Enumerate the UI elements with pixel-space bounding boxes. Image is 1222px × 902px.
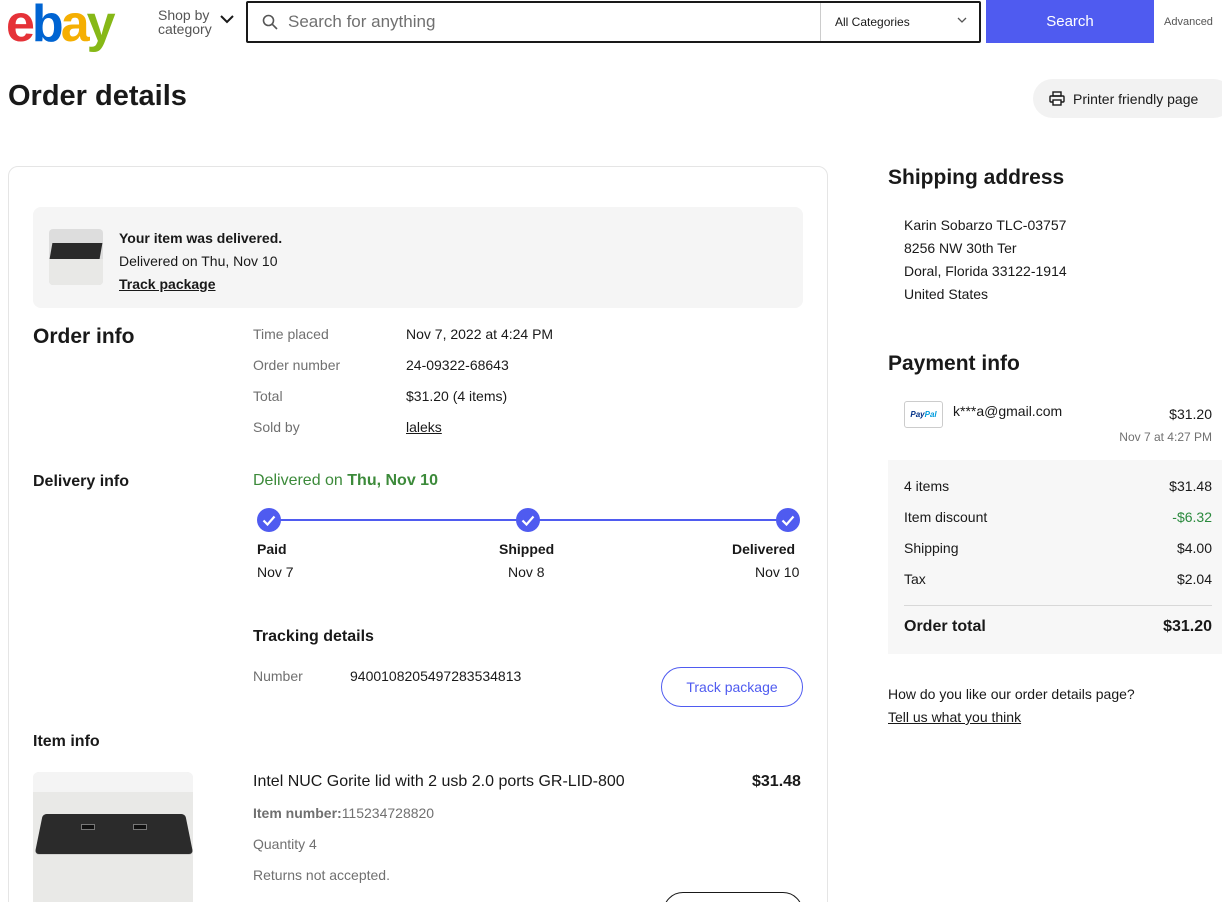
payment-date: Nov 7 at 4:27 PM (1119, 430, 1212, 444)
order-total-label: Order total (904, 618, 986, 635)
order-card: Your item was delivered. Delivered on Th… (8, 166, 828, 902)
shipping-address: Karin Sobarzo TLC-03757 8256 NW 30th Ter… (904, 214, 1067, 306)
delivery-banner: Your item was delivered. Delivered on Th… (33, 207, 803, 308)
summary-value: $2.04 (1176, 571, 1212, 587)
tracking-number-label: Number (253, 668, 303, 684)
time-placed-label: Time placed (253, 326, 329, 342)
item-action-button[interactable] (663, 892, 803, 902)
delivery-status-prefix: Delivered on (253, 472, 348, 489)
summary-divider (904, 605, 1212, 606)
summary-value: $4.00 (1176, 540, 1212, 556)
paypal-logo: Pay Pal (904, 401, 943, 428)
printer-icon (1049, 91, 1065, 106)
order-number-label: Order number (253, 357, 341, 373)
summary-label: 4 items (904, 478, 950, 494)
search-icon (262, 14, 278, 30)
paypal-logo-pay: Pay (910, 410, 925, 419)
step-paid-label: Paid (257, 541, 287, 557)
summary-value: $31.48 (1169, 478, 1212, 494)
address-line: 8256 NW 30th Ter (904, 240, 1017, 256)
logo-letter-y: y (86, 0, 116, 53)
ebay-logo[interactable]: ebay (6, 0, 116, 53)
seller-link[interactable]: laleks (406, 419, 442, 435)
delivery-info-title: Delivery info (33, 473, 130, 490)
address-line: Doral, Florida 33122-1914 (904, 263, 1067, 279)
time-placed-value: Nov 7, 2022 at 4:24 PM (406, 326, 554, 342)
item-number-value: 115234728820 (341, 805, 435, 821)
search-input[interactable] (288, 9, 848, 35)
payment-info-title: Payment info (888, 352, 1020, 375)
shop-by-category-line1: Shop by (158, 7, 210, 23)
check-icon (776, 508, 800, 532)
delivery-status: Delivered on Thu, Nov 10 (253, 472, 438, 490)
printer-friendly-button[interactable]: Printer friendly page (1033, 79, 1222, 118)
item-quantity: Quantity 4 (253, 836, 317, 852)
logo-letter-b: b (31, 0, 64, 53)
step-paid-date: Nov 7 (257, 564, 294, 580)
summary-label: Shipping (904, 540, 959, 556)
item-title-link[interactable]: Intel NUC Gorite lid with 2 usb 2.0 port… (253, 773, 625, 791)
item-returns: Returns not accepted. (253, 867, 390, 883)
paypal-logo-pal: Pal (924, 410, 937, 419)
chevron-down-icon (957, 17, 967, 23)
step-shipped-label: Shipped (499, 541, 555, 557)
check-icon (516, 508, 540, 532)
item-image[interactable] (33, 772, 193, 902)
payment-amount: $31.20 (1169, 406, 1212, 422)
order-summary: 4 items $31.48 Item discount -$6.32 Shippi… (888, 460, 1222, 654)
tracking-number-value: 9400108205497283534813 (350, 668, 522, 684)
advanced-search-link[interactable]: Advanced (1164, 16, 1213, 28)
tracking-details-title: Tracking details (253, 628, 374, 645)
payment-email: k***a@gmail.com (953, 403, 1063, 419)
logo-letter-a: a (60, 0, 90, 53)
printer-friendly-label: Printer friendly page (1073, 90, 1199, 107)
step-delivered-date: Nov 10 (755, 564, 800, 580)
address-line: Karin Sobarzo TLC-03757 (904, 217, 1067, 233)
summary-row: Shipping $4.00 (904, 540, 1212, 556)
summary-value: -$6.32 (1172, 509, 1212, 525)
shipping-address-title: Shipping address (888, 166, 1065, 189)
order-info-title: Order info (33, 325, 135, 348)
order-total-value: $31.20 (1163, 618, 1212, 635)
shop-by-category-line2: category (158, 21, 212, 37)
item-price: $31.48 (752, 773, 801, 790)
item-info-title: Item info (33, 733, 100, 750)
summary-row: Item discount -$6.32 (904, 509, 1212, 525)
step-shipped-date: Nov 8 (508, 564, 545, 580)
address-line: United States (904, 286, 989, 302)
page-title: Order details (8, 80, 187, 112)
feedback-question: How do you like our order details page? (888, 686, 1135, 702)
shop-by-category-button[interactable]: Shop by category (158, 7, 234, 37)
item-number-label: Item number: (253, 805, 342, 821)
track-package-button[interactable]: Track package (661, 667, 803, 707)
check-icon (257, 508, 281, 532)
category-select-value: All Categories (835, 15, 910, 29)
track-package-link[interactable]: Track package (119, 273, 282, 296)
total-label: Total (253, 388, 283, 404)
item-number: Item number:115234728820 (253, 805, 434, 821)
order-total: Order total $31.20 (904, 618, 1212, 636)
logo-letter-e: e (6, 0, 35, 53)
item-thumbnail[interactable] (49, 229, 103, 285)
delivery-headline: Your item was delivered. (119, 230, 283, 246)
sold-by-label: Sold by (253, 419, 300, 435)
step-delivered-label: Delivered (732, 541, 796, 557)
summary-row: Tax $2.04 (904, 571, 1212, 587)
summary-row: 4 items $31.48 (904, 478, 1212, 494)
search-button[interactable]: Search (986, 0, 1154, 43)
summary-label: Tax (904, 571, 926, 587)
summary-label: Item discount (904, 509, 988, 525)
delivery-status-date: Thu, Nov 10 (347, 472, 438, 489)
category-select[interactable]: All Categories (820, 3, 981, 41)
order-number-value: 24-09322-68643 (406, 357, 509, 373)
search-bar: All Categories (246, 1, 981, 43)
delivery-subline: Delivered on Thu, Nov 10 (119, 253, 278, 269)
chevron-down-icon (220, 15, 234, 24)
feedback-link[interactable]: Tell us what you think (888, 709, 1021, 725)
total-value: $31.20 (4 items) (406, 388, 508, 404)
